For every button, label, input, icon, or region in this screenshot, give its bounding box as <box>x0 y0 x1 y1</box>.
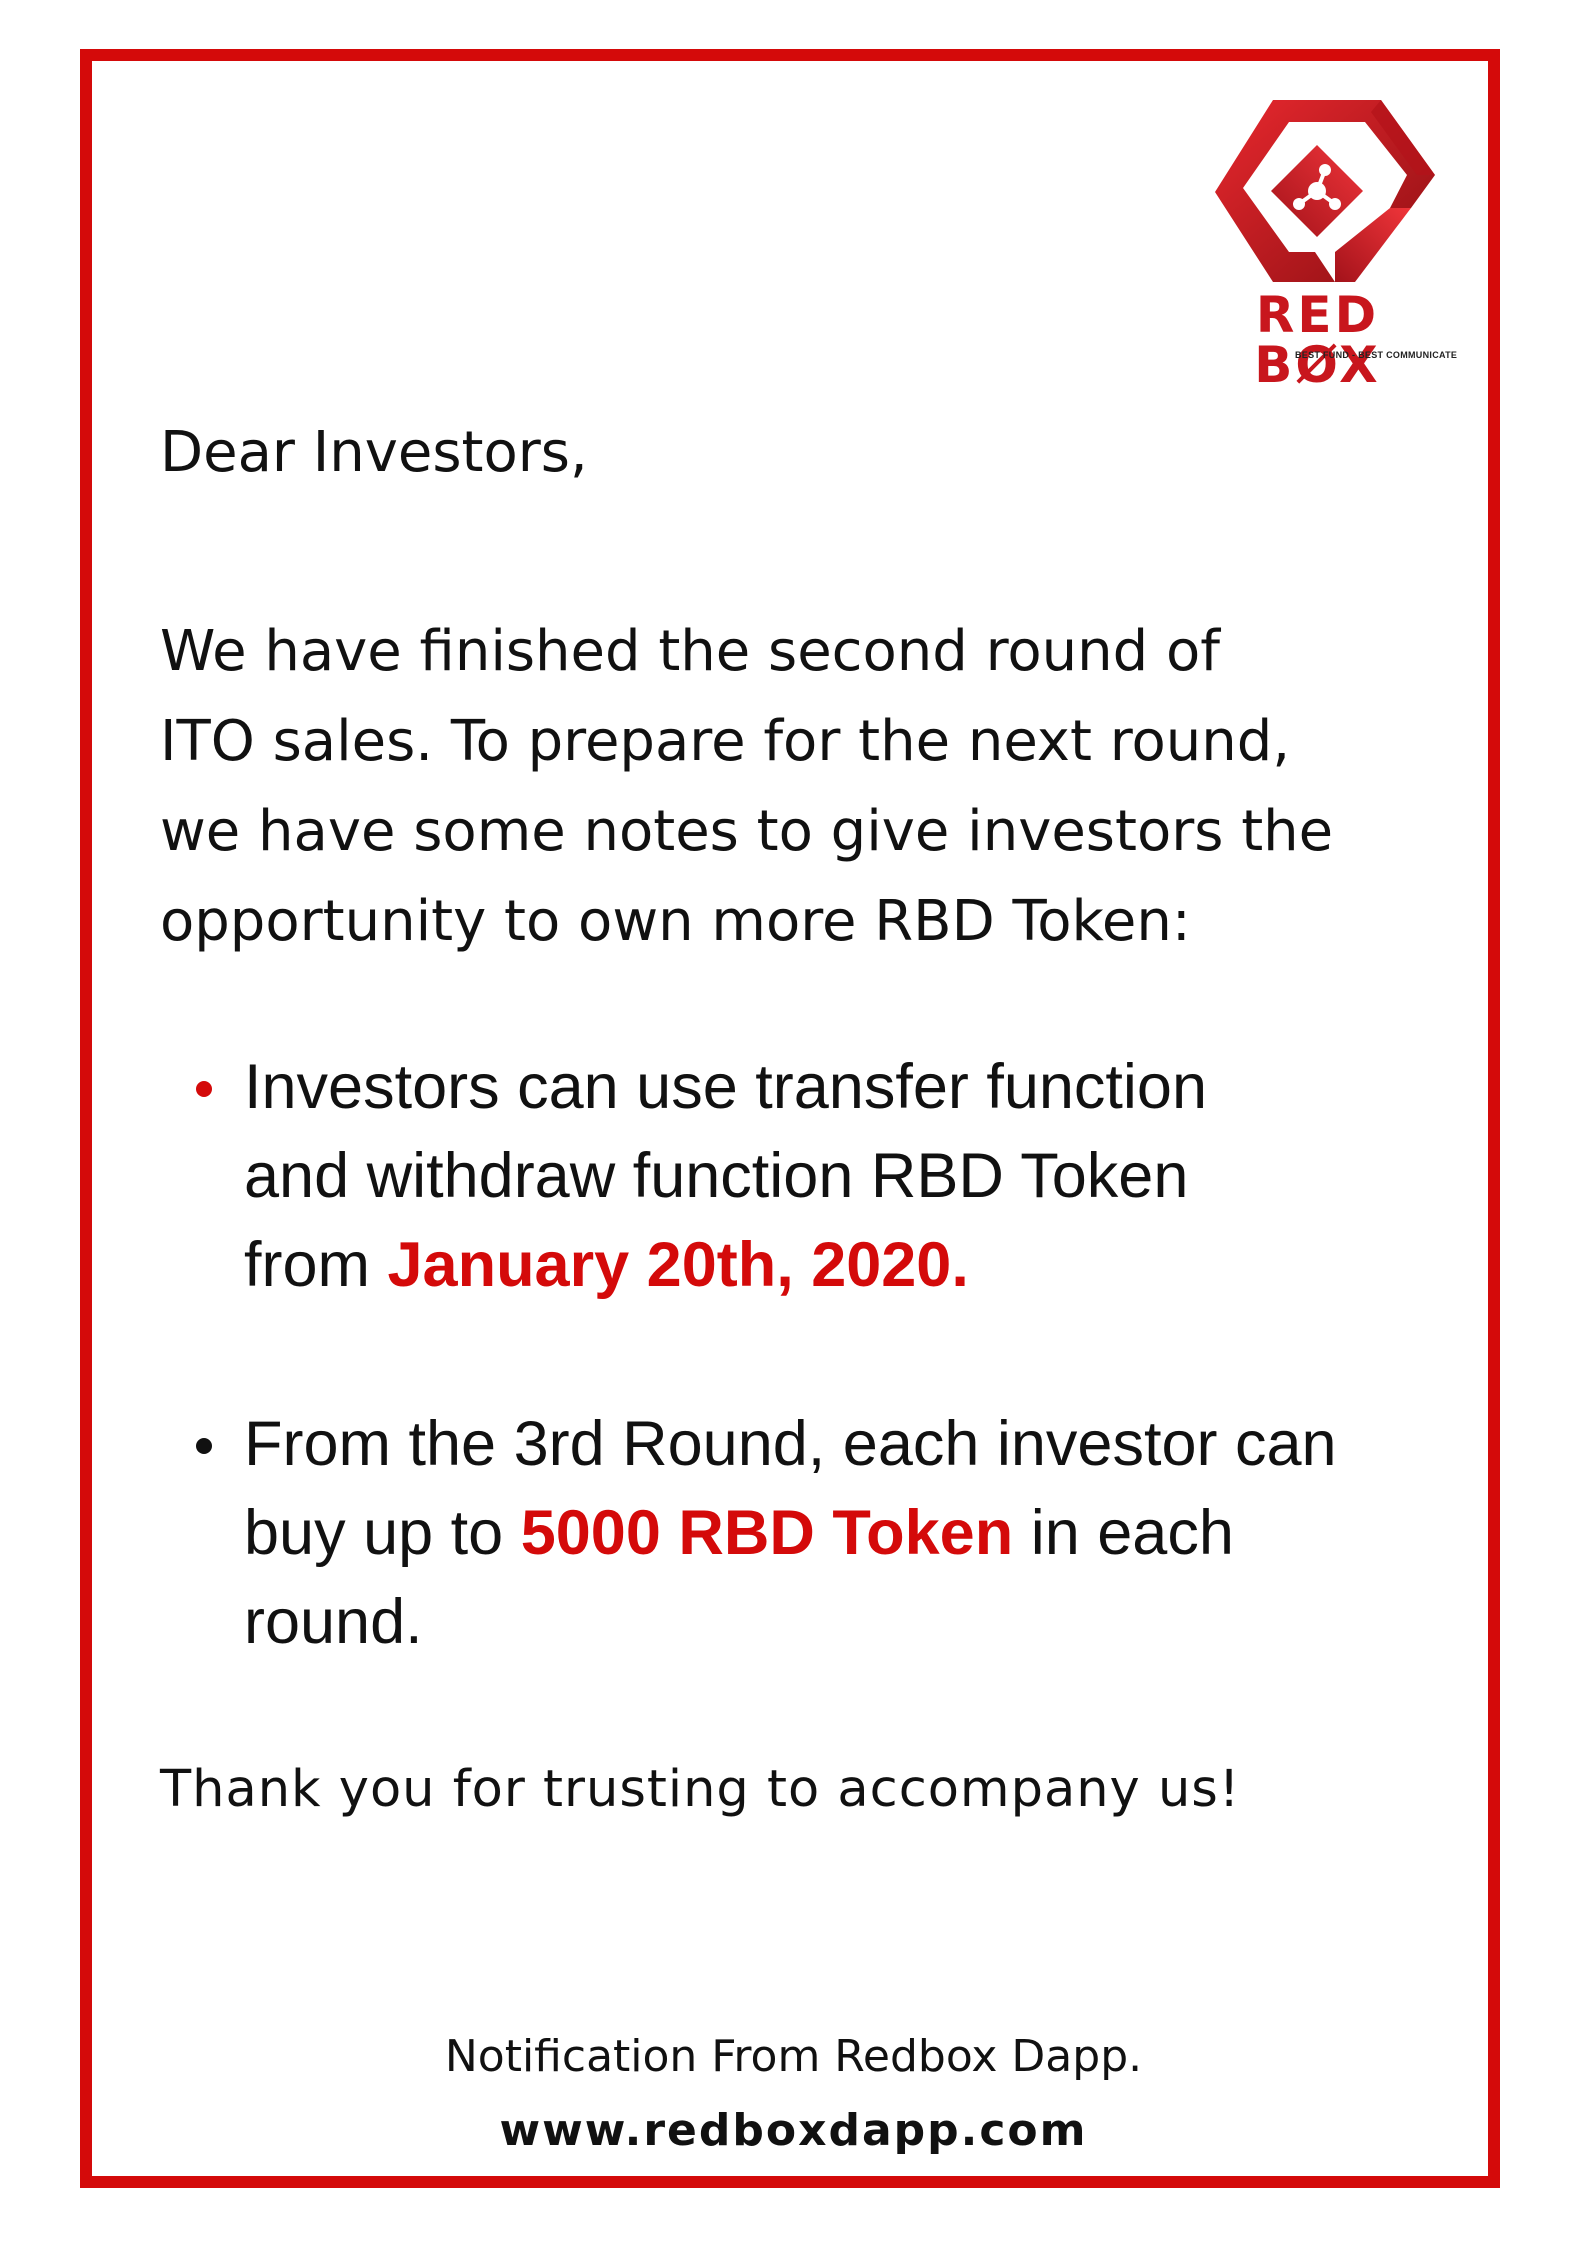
footer-note: Notification From Redbox Dapp. <box>444 2031 1143 2082</box>
intro-line: opportunity to own more RBD Token: <box>160 889 1191 954</box>
note-line: from January 20th, 2020. <box>244 1221 1420 1310</box>
note-line: round. <box>244 1587 423 1657</box>
hexagon-network-icon <box>1215 100 1435 282</box>
note-line: buy up to 5000 RBD Token in each <box>244 1489 1420 1578</box>
notes-list: Investors can use transfer function and … <box>160 1043 1420 1667</box>
highlight-amount: 5000 RBD Token <box>520 1498 1014 1568</box>
website-link[interactable]: www.redboxdapp.com <box>0 2109 1587 2153</box>
closing-text: Thank you for trusting to accompany us! <box>160 1760 1241 1819</box>
greeting: Dear Investors, <box>160 420 588 485</box>
bullet-icon <box>196 1081 212 1097</box>
intro-paragraph: We have finished the second round of ITO… <box>160 607 1460 967</box>
intro-line: we have some notes to give investors the <box>160 799 1334 864</box>
brand-tagline: BEST FUND - BEST COMMUNICATE <box>1295 350 1458 360</box>
bullet-icon <box>196 1438 212 1454</box>
highlight-date: January 20th, 2020. <box>387 1230 969 1300</box>
note-line: Investors can use transfer function <box>244 1052 1207 1122</box>
brand-logo: RED BØX BEST FUND - BEST COMMUNICATE <box>1185 100 1457 390</box>
note-line: and withdraw function RBD Token <box>244 1141 1189 1211</box>
list-item: From the 3rd Round, each investor can bu… <box>160 1400 1420 1667</box>
intro-line: ITO sales. To prepare for the next round… <box>160 709 1291 774</box>
note-line: From the 3rd Round, each investor can <box>244 1409 1337 1479</box>
intro-line: We have finished the second round of <box>160 619 1220 684</box>
brand-name: RED BØX <box>1254 286 1381 394</box>
note-text: from <box>244 1230 388 1300</box>
note-text: in each <box>1013 1498 1234 1568</box>
note-text: buy up to <box>244 1498 521 1568</box>
list-item: Investors can use transfer function and … <box>160 1043 1420 1400</box>
